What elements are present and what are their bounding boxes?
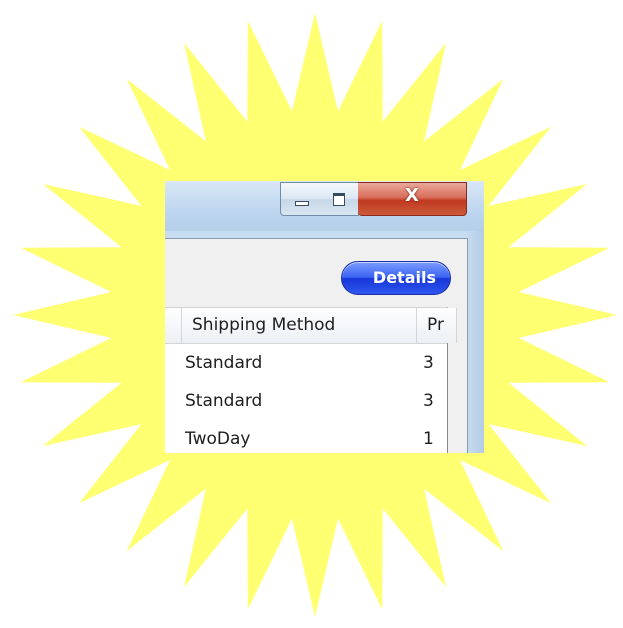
minimize-button[interactable] — [280, 182, 320, 216]
maximize-icon — [333, 193, 345, 206]
column-header-leading[interactable] — [165, 308, 182, 343]
column-header-pr[interactable]: Pr — [417, 308, 457, 343]
details-button[interactable]: Details — [341, 261, 451, 295]
shipping-method-cell: Standard — [185, 391, 263, 411]
table-row[interactable]: TwoDay 1 — [165, 420, 447, 453]
pr-cell: 3 — [423, 391, 434, 411]
shipping-method-cell: Standard — [185, 353, 263, 373]
window-frame-right — [468, 231, 484, 453]
shipping-method-cell: TwoDay — [185, 429, 251, 449]
close-icon: X — [405, 185, 419, 206]
application-window: X Details Shipping Method Pr Standard 3 … — [165, 181, 484, 453]
pr-cell: 1 — [423, 429, 434, 449]
column-header-shipping-method[interactable]: Shipping Method — [182, 308, 417, 343]
table-row[interactable]: Standard 3 — [165, 344, 447, 382]
window-client-area: Details Shipping Method Pr Standard 3 St… — [165, 238, 468, 453]
table-row[interactable]: Standard 3 — [165, 382, 447, 420]
minimize-icon — [295, 201, 309, 206]
pr-cell: 3 — [423, 353, 434, 373]
orders-grid: Shipping Method Pr Standard 3 Standard 3… — [165, 307, 457, 453]
window-title-bar: X — [165, 181, 484, 231]
close-button[interactable]: X — [358, 182, 467, 216]
maximize-button[interactable] — [319, 182, 359, 216]
